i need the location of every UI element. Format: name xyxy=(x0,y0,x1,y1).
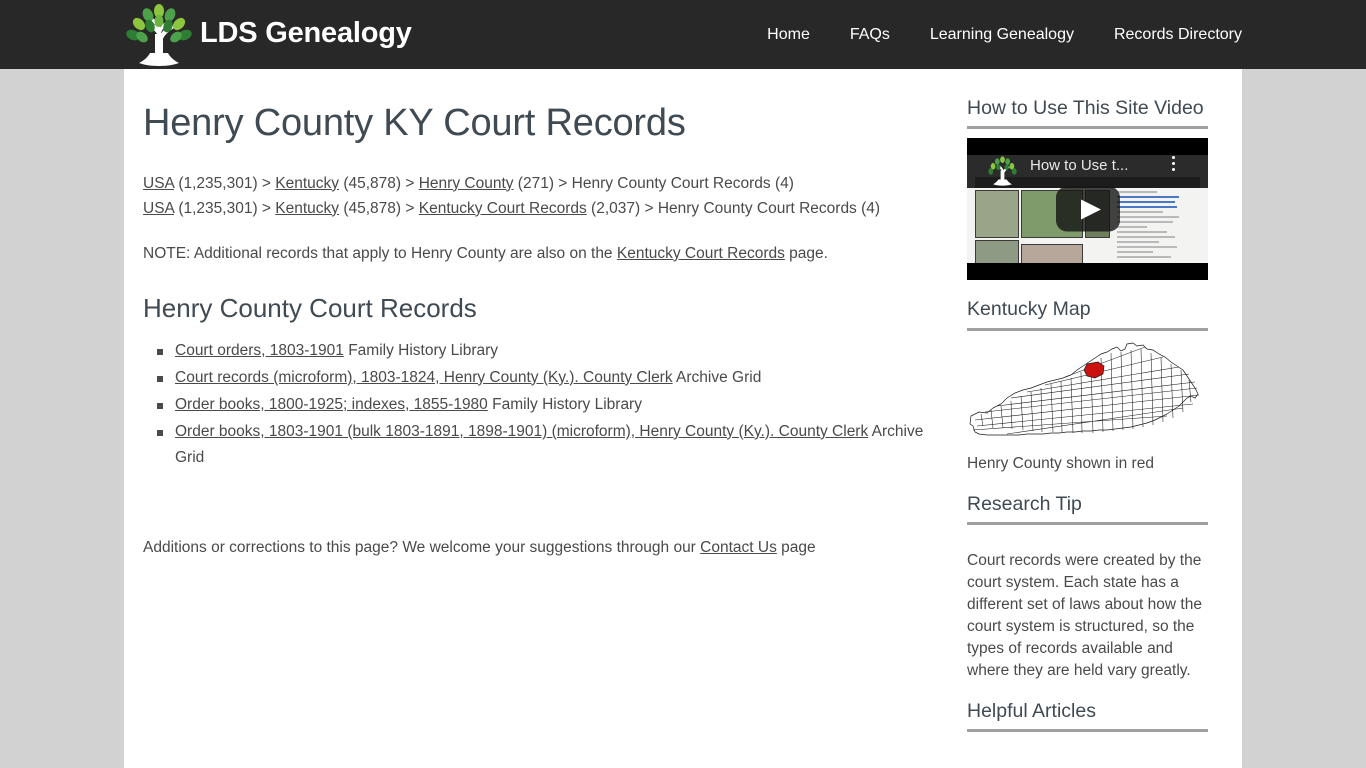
suggestions-text-before: Additions or corrections to this page? W… xyxy=(143,538,701,556)
widget-heading-map: Kentucky Map xyxy=(967,298,1208,331)
breadcrumb-link-henry-county[interactable]: Henry County xyxy=(419,175,514,192)
widget-kentucky-map: Kentucky Map Henry County shown in red xyxy=(967,298,1208,474)
page-title: Henry County KY Court Records xyxy=(143,102,686,144)
breadcrumb-link-kentucky-2[interactable]: Kentucky xyxy=(275,200,339,217)
breadcrumb-link-usa-2[interactable]: USA xyxy=(143,200,174,217)
widget-helpful-articles: Helpful Articles xyxy=(967,700,1208,733)
tree-logo-icon xyxy=(124,3,194,66)
breadcrumb-text: (45,878) > xyxy=(339,174,419,192)
kentucky-map-image xyxy=(967,340,1208,449)
nav-item-records-directory[interactable]: Records Directory xyxy=(1094,0,1242,69)
breadcrumb-text: (1,235,301) > xyxy=(174,199,276,217)
breadcrumb-link-kentucky[interactable]: Kentucky xyxy=(275,175,339,192)
site-header: LDS Genealogy Home FAQs Learning Genealo… xyxy=(0,0,1366,69)
page-container: Henry County KY Court Records USA (1,235… xyxy=(124,69,1242,768)
note-text-before: NOTE: Additional records that apply to H… xyxy=(143,244,617,262)
breadcrumb-row-county: USA (1,235,301) > Kentucky (45,878) > He… xyxy=(143,171,933,196)
suggestions-paragraph: Additions or corrections to this page? W… xyxy=(143,537,933,559)
thumb-photo xyxy=(975,190,1019,239)
record-source: Family History Library xyxy=(343,341,499,359)
breadcrumb-text: (1,235,301) > xyxy=(174,174,276,192)
record-source: Family History Library xyxy=(487,395,642,413)
record-link[interactable]: Order books, 1800-1925; indexes, 1855-19… xyxy=(175,396,488,413)
nav-item-home[interactable]: Home xyxy=(747,0,830,69)
research-tip-text: Court records were created by the court … xyxy=(967,551,1202,679)
widget-heading-research-tip: Research Tip xyxy=(967,493,1208,526)
video-letterbox-bottom xyxy=(967,263,1208,281)
widget-research-tip: Research Tip Court records were created … xyxy=(967,493,1208,682)
widget-heading-helpful-articles: Helpful Articles xyxy=(967,700,1208,733)
main-content: Henry County KY Court Records USA (1,235… xyxy=(143,69,933,574)
list-item: Court records (microform), 1803-1824, He… xyxy=(157,365,933,391)
video-title-overlay: How to Use t... xyxy=(1030,157,1129,175)
section-title: Henry County Court Records xyxy=(143,292,477,323)
thumb-text-column xyxy=(1117,191,1183,261)
breadcrumb: USA (1,235,301) > Kentucky (45,878) > He… xyxy=(143,171,933,221)
breadcrumb-text: (2,037) > Henry County Court Records (4) xyxy=(586,199,881,217)
nav-item-faqs[interactable]: FAQs xyxy=(830,0,910,69)
suggestions-text-after: page xyxy=(776,538,816,556)
record-list: Court orders, 1803-1901 Family History L… xyxy=(143,338,933,471)
youtube-more-icon[interactable] xyxy=(1172,156,1175,172)
play-button-icon[interactable] xyxy=(1055,186,1120,232)
breadcrumb-row-court-records: USA (1,235,301) > Kentucky (45,878) > Ke… xyxy=(143,196,933,221)
record-link[interactable]: Court records (microform), 1803-1824, He… xyxy=(175,369,673,386)
note-paragraph: NOTE: Additional records that apply to H… xyxy=(143,243,933,265)
widget-body-video: How to Use t... xyxy=(967,129,1208,281)
thumb-tree-logo-icon xyxy=(986,156,1019,187)
breadcrumb-text: (271) > Henry County Court Records (4) xyxy=(513,174,794,192)
note-text-after: page. xyxy=(784,244,828,262)
main-navigation: Home FAQs Learning Genealogy Records Dir… xyxy=(747,0,1242,69)
brand-name: LDS Genealogy xyxy=(200,17,412,49)
widget-body-research-tip: Court records were created by the court … xyxy=(967,525,1208,682)
record-source: Archive Grid xyxy=(672,368,762,386)
record-link[interactable]: Court orders, 1803-1901 xyxy=(175,342,344,359)
record-link[interactable]: Order books, 1803-1901 (bulk 1803-1891, … xyxy=(175,423,868,440)
breadcrumb-link-kentucky-court-records[interactable]: Kentucky Court Records xyxy=(419,200,587,217)
breadcrumb-text: (45,878) > xyxy=(339,199,419,217)
list-item: Court orders, 1803-1901 Family History L… xyxy=(157,338,933,364)
widget-how-to-use-video: How to Use This Site Video How to Use t.… xyxy=(967,97,1208,281)
widget-body-map: Henry County shown in red xyxy=(967,331,1208,475)
breadcrumb-link-usa[interactable]: USA xyxy=(143,175,174,192)
video-letterbox-top xyxy=(967,138,1208,156)
contact-us-link[interactable]: Contact Us xyxy=(700,539,777,556)
site-logo-link[interactable]: LDS Genealogy xyxy=(124,0,412,69)
header-inner: LDS Genealogy Home FAQs Learning Genealo… xyxy=(124,0,1242,69)
nav-item-learning-genealogy[interactable]: Learning Genealogy xyxy=(910,0,1094,69)
list-item: Order books, 1800-1925; indexes, 1855-19… xyxy=(157,392,933,418)
sidebar: How to Use This Site Video How to Use t.… xyxy=(967,97,1208,750)
list-item: Order books, 1803-1901 (bulk 1803-1891, … xyxy=(157,419,933,471)
map-caption: Henry County shown in red xyxy=(967,454,1154,472)
youtube-video-player[interactable]: How to Use t... xyxy=(967,138,1208,281)
widget-heading-video: How to Use This Site Video xyxy=(967,97,1208,130)
note-link-kentucky-court-records[interactable]: Kentucky Court Records xyxy=(617,245,785,262)
